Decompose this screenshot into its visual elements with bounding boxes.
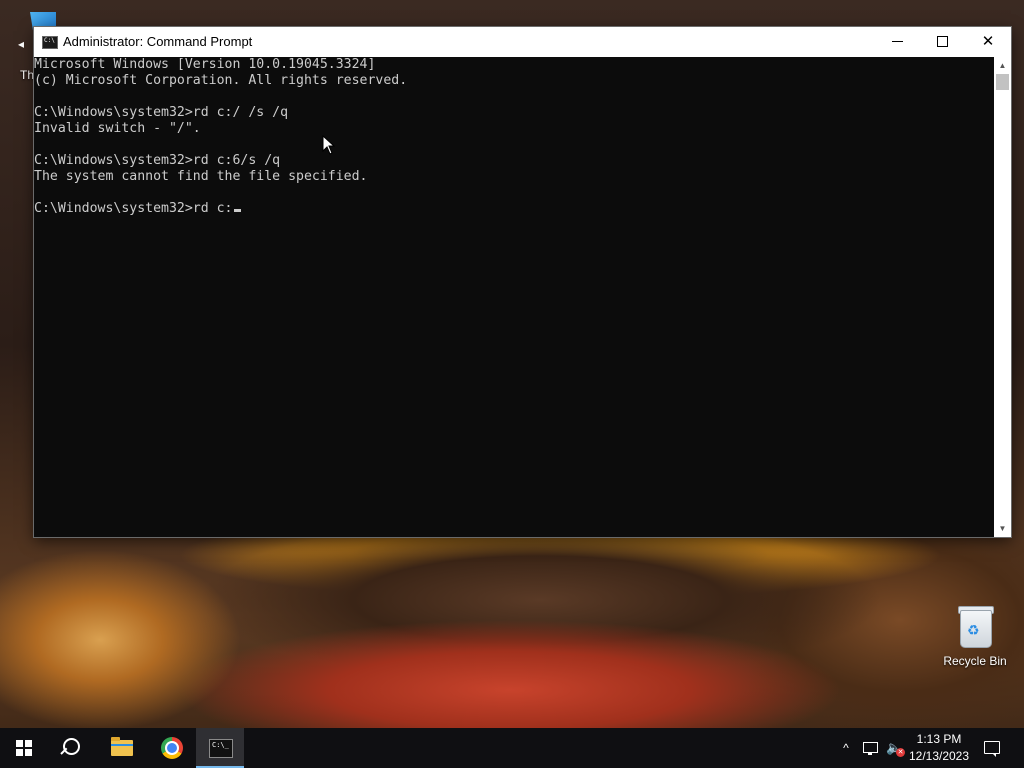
action-center-button[interactable] bbox=[976, 728, 1012, 768]
shortcut-arrow-icon: ◂ bbox=[18, 37, 25, 51]
desktop-shortcut-label: Th bbox=[20, 68, 35, 82]
console-line: C:\Windows\system32>rd c:/ /s /q bbox=[34, 105, 289, 120]
recycle-bin-icon: ♻ bbox=[958, 604, 994, 648]
console-line: (c) Microsoft Corporation. All rights re… bbox=[34, 73, 408, 88]
network-button[interactable] bbox=[860, 728, 880, 768]
console-input-line[interactable]: C:\Windows\system32>rd c: bbox=[34, 201, 994, 217]
title-bar[interactable]: Administrator: Command Prompt ✕ bbox=[34, 27, 1011, 57]
console-prompt: C:\Windows\system32>rd c: bbox=[34, 201, 233, 216]
network-icon bbox=[863, 742, 878, 753]
window-title: Administrator: Command Prompt bbox=[63, 34, 253, 49]
command-prompt-icon bbox=[42, 36, 58, 49]
show-hidden-icons-button[interactable]: ^ bbox=[838, 728, 854, 768]
close-button[interactable]: ✕ bbox=[965, 27, 1011, 57]
file-explorer-button[interactable] bbox=[98, 728, 146, 768]
scroll-up-arrow-icon[interactable]: ▲ bbox=[994, 57, 1011, 74]
taskbar: ^ 🔈 ✕ 1:13 PM 12/13/2023 bbox=[0, 728, 1024, 768]
vertical-scrollbar[interactable]: ▲ ▼ bbox=[994, 57, 1011, 537]
file-explorer-icon bbox=[111, 737, 133, 756]
recycle-bin-label: Recycle Bin bbox=[943, 654, 1007, 668]
scroll-down-arrow-icon[interactable]: ▼ bbox=[994, 520, 1011, 537]
start-button[interactable] bbox=[0, 728, 48, 768]
close-icon: ✕ bbox=[981, 33, 995, 50]
clock[interactable]: 1:13 PM 12/13/2023 bbox=[905, 728, 973, 768]
muted-badge-icon: ✕ bbox=[896, 748, 905, 757]
console-line: C:\Windows\system32>rd c:6/s /q bbox=[34, 153, 281, 168]
clock-date: 12/13/2023 bbox=[908, 749, 970, 763]
maximize-icon bbox=[937, 36, 948, 47]
text-cursor bbox=[233, 209, 241, 212]
chrome-button[interactable] bbox=[148, 728, 196, 768]
recycle-bin[interactable]: ♻ Recycle Bin bbox=[940, 600, 1010, 670]
console-output[interactable]: Microsoft Windows [Version 10.0.19045.33… bbox=[34, 57, 994, 537]
maximize-button[interactable] bbox=[919, 27, 965, 57]
chrome-icon bbox=[161, 737, 183, 759]
command-prompt-window[interactable]: Administrator: Command Prompt ✕ Microsof… bbox=[34, 27, 1011, 537]
search-button[interactable] bbox=[48, 728, 96, 768]
chevron-up-icon: ^ bbox=[843, 741, 849, 755]
console-line: Invalid switch - "/". bbox=[34, 121, 201, 136]
minimize-button[interactable] bbox=[874, 27, 920, 57]
clock-time: 1:13 PM bbox=[916, 732, 962, 746]
command-prompt-icon bbox=[209, 739, 233, 758]
scroll-thumb[interactable] bbox=[996, 74, 1009, 90]
console-line: The system cannot find the file specifie… bbox=[34, 169, 368, 184]
console-line: Microsoft Windows [Version 10.0.19045.33… bbox=[34, 57, 376, 72]
minimize-icon bbox=[892, 41, 903, 42]
command-prompt-taskbar-button[interactable] bbox=[196, 728, 244, 768]
windows-start-icon bbox=[16, 740, 32, 756]
